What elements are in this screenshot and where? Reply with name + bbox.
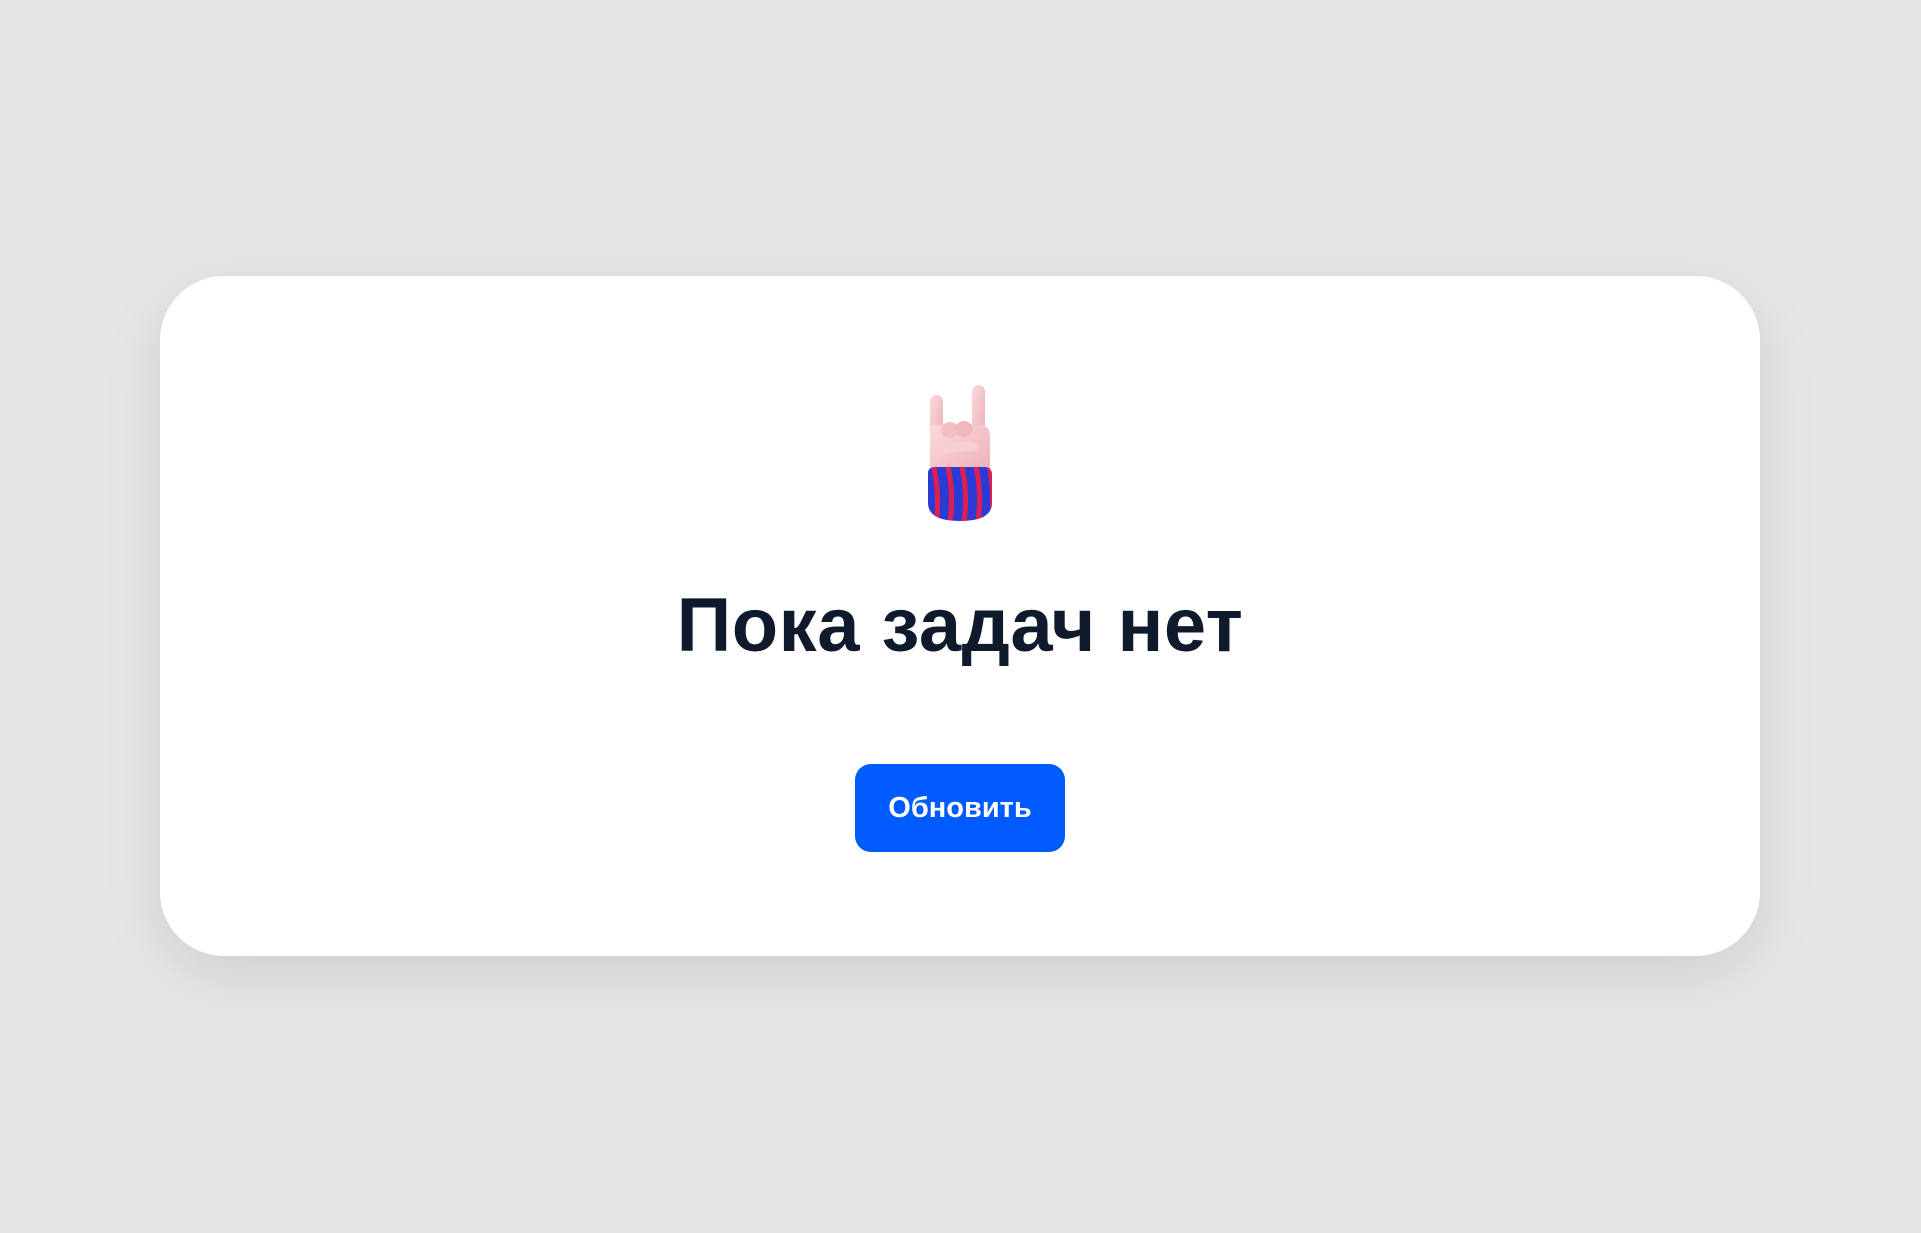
refresh-button[interactable]: Обновить: [855, 764, 1065, 852]
rock-hand-icon: [920, 384, 1000, 524]
empty-state-card: Пока задач нет Обновить: [160, 276, 1760, 956]
empty-state-title: Пока задач нет: [676, 583, 1244, 668]
